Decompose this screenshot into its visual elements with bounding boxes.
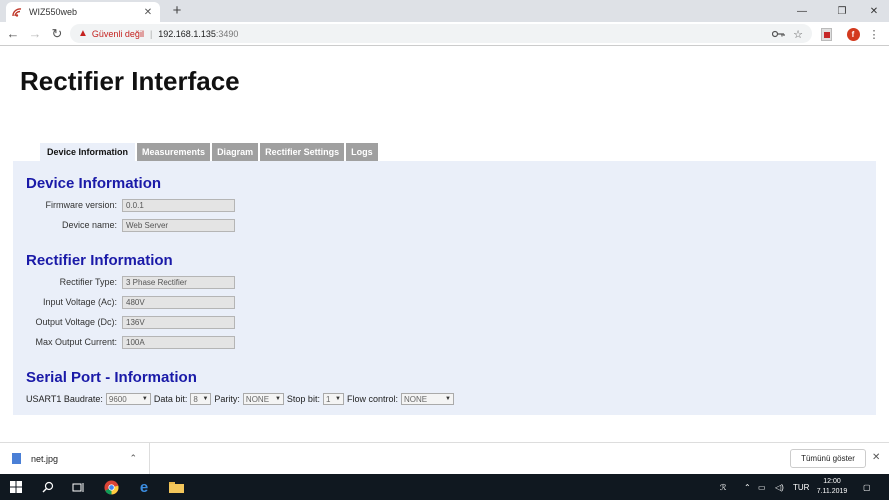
flow-control-value: NONE bbox=[403, 394, 428, 404]
stopbit-value: 1 bbox=[325, 394, 331, 404]
reload-icon[interactable]: ↻ bbox=[48, 25, 66, 43]
volume-icon[interactable]: ◁) bbox=[775, 474, 784, 500]
image-file-icon bbox=[12, 453, 21, 464]
clock-time: 12:00 bbox=[823, 478, 841, 485]
input-language[interactable]: TUR bbox=[793, 474, 809, 500]
tab-rectifier-settings[interactable]: Rectifier Settings bbox=[260, 143, 345, 161]
pdf-extension-icon[interactable] bbox=[818, 26, 834, 42]
flow-control-select[interactable]: NONE ▼ bbox=[400, 393, 454, 405]
network-icon[interactable]: ▭ bbox=[758, 474, 766, 500]
baudrate-label: USART1 Baudrate: bbox=[26, 394, 103, 404]
menu-dots-icon[interactable]: ⋮ bbox=[866, 26, 882, 42]
security-status[interactable]: Güvenli değil bbox=[92, 29, 144, 39]
people-icon[interactable]: ℛ bbox=[720, 474, 726, 500]
warning-icon: ▲ bbox=[78, 28, 88, 39]
max-output-current-label: Max Output Current: bbox=[35, 337, 117, 347]
minimize-icon[interactable]: — bbox=[784, 0, 820, 22]
show-all-button[interactable]: Tümünü göster bbox=[790, 449, 866, 468]
chevron-down-icon: ▼ bbox=[274, 396, 281, 402]
content-panel: Device Information Firmware version: 0.0… bbox=[13, 161, 876, 415]
device-information-heading: Device Information bbox=[26, 175, 162, 192]
address-bar[interactable]: ▲ Güvenli değil | 192.168.1.135:3490 bbox=[70, 24, 812, 43]
input-voltage-label: Input Voltage (Ac): bbox=[42, 297, 117, 307]
restore-icon[interactable]: ❐ bbox=[824, 0, 860, 22]
clock-date: 7.11.2019 bbox=[816, 488, 848, 495]
notification-icon[interactable]: ▢ bbox=[863, 474, 871, 500]
stopbit-select[interactable]: 1 ▼ bbox=[322, 393, 344, 405]
windows-taskbar: e ℛ ⌃ ▭ ◁) TUR 12:00 7.11.2019 ▢ bbox=[0, 474, 889, 500]
output-voltage-label: Output Voltage (Dc): bbox=[35, 317, 117, 327]
chevron-down-icon: ▼ bbox=[445, 396, 451, 402]
output-voltage-field: 136V bbox=[122, 316, 235, 329]
address-separator: | bbox=[149, 28, 153, 39]
profile-avatar[interactable]: f bbox=[845, 26, 861, 42]
parity-label: Parity: bbox=[214, 394, 240, 404]
windows-start-icon[interactable] bbox=[0, 474, 32, 500]
forward-icon[interactable]: → bbox=[26, 25, 44, 43]
browser-tab-title: WIZ550web bbox=[29, 7, 78, 17]
max-output-current-field: 100A bbox=[122, 336, 235, 349]
page-title: Rectifier Interface bbox=[20, 66, 240, 96]
serial-port-row: USART1 Baudrate: 9600 ▼ Data bit: 8 ▼ Pari… bbox=[26, 393, 457, 405]
close-window-icon[interactable]: ✕ bbox=[856, 0, 889, 22]
tab-diagram[interactable]: Diagram bbox=[212, 143, 259, 161]
task-view-icon[interactable] bbox=[62, 474, 94, 500]
wifi-favicon-icon bbox=[12, 7, 23, 18]
parity-value: NONE bbox=[245, 394, 270, 404]
device-name-field: Web Server bbox=[122, 219, 235, 232]
bookmark-star-icon[interactable]: ☆ bbox=[790, 26, 806, 42]
new-tab-icon[interactable]: + bbox=[168, 2, 186, 20]
download-file-name: net.jpg bbox=[31, 453, 59, 464]
databit-select[interactable]: 8 ▼ bbox=[190, 393, 212, 405]
chrome-icon[interactable] bbox=[95, 474, 127, 500]
baudrate-select[interactable]: 9600 ▼ bbox=[105, 393, 151, 405]
device-name-label: Device name: bbox=[61, 220, 117, 230]
browser-tab[interactable]: WIZ550web ✕ bbox=[6, 2, 160, 22]
tab-device-information[interactable]: Device Information bbox=[40, 143, 136, 161]
url-port: :3490 bbox=[215, 28, 239, 39]
tab-measurements[interactable]: Measurements bbox=[137, 143, 211, 161]
download-bar: net.jpg ⌃ Tümünü göster ✕ bbox=[0, 442, 889, 474]
rectifier-type-field: 3 Phase Rectifier bbox=[122, 276, 235, 289]
download-item[interactable]: net.jpg ⌃ bbox=[0, 443, 150, 474]
browser-tab-strip: WIZ550web ✕ + — ❐ ✕ bbox=[0, 0, 889, 22]
baudrate-value: 9600 bbox=[108, 394, 127, 404]
show-hidden-icons[interactable]: ⌃ bbox=[744, 474, 751, 500]
parity-select[interactable]: NONE ▼ bbox=[242, 393, 284, 405]
chevron-down-icon: ▼ bbox=[335, 396, 341, 402]
chevron-up-icon[interactable]: ⌃ bbox=[129, 453, 137, 464]
rectifier-information-heading: Rectifier Information bbox=[26, 252, 173, 269]
flow-control-label: Flow control: bbox=[346, 394, 398, 404]
stopbit-label: Stop bit: bbox=[286, 394, 320, 404]
close-tab-icon[interactable]: ✕ bbox=[142, 7, 154, 18]
tab-logs[interactable]: Logs bbox=[346, 143, 378, 161]
chevron-down-icon: ▼ bbox=[141, 396, 148, 402]
back-icon[interactable]: ← bbox=[4, 25, 22, 43]
serial-port-heading: Serial Port - Information bbox=[26, 369, 197, 386]
page-tabs: Device Information Measurements Diagram … bbox=[40, 143, 380, 161]
databit-value: 8 bbox=[193, 394, 198, 404]
firmware-version-field: 0.0.1 bbox=[122, 199, 235, 212]
firmware-version-label: Firmware version: bbox=[45, 200, 117, 210]
edge-icon[interactable]: e bbox=[128, 474, 160, 500]
close-download-bar-icon[interactable]: ✕ bbox=[872, 452, 880, 463]
search-icon[interactable] bbox=[32, 474, 64, 500]
file-explorer-icon[interactable] bbox=[160, 474, 192, 500]
system-clock[interactable]: 12:00 7.11.2019 bbox=[808, 477, 856, 497]
input-voltage-field: 480V bbox=[122, 296, 235, 309]
key-icon[interactable] bbox=[770, 26, 786, 42]
browser-toolbar: ← → ↻ ▲ Güvenli değil | 192.168.1.135:34… bbox=[0, 22, 889, 46]
databit-label: Data bit: bbox=[153, 394, 188, 404]
chevron-down-icon: ▼ bbox=[202, 396, 209, 402]
url-host: 192.168.1.135 bbox=[158, 28, 216, 39]
rectifier-type-label: Rectifier Type: bbox=[59, 277, 117, 287]
